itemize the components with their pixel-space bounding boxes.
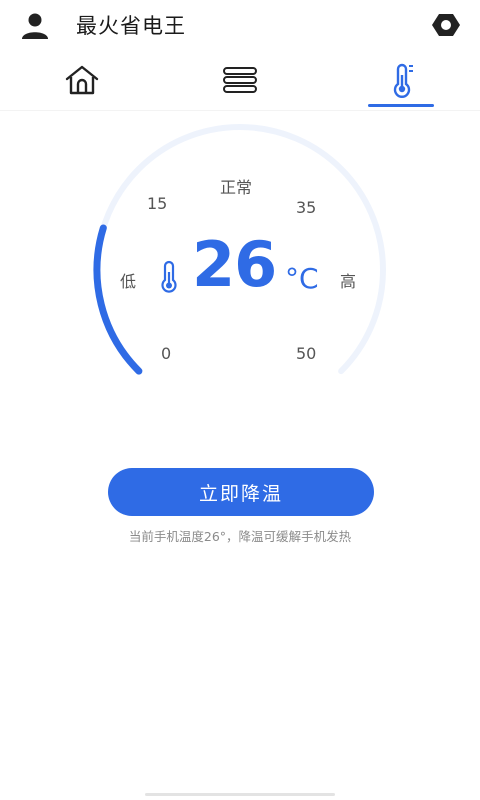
thermometer-icon	[393, 63, 413, 98]
person-icon[interactable]	[20, 12, 50, 40]
cool-down-button[interactable]: 立即降温	[108, 468, 374, 516]
gauge-tick-0: 0	[161, 344, 172, 363]
thermometer-icon	[161, 260, 177, 293]
tab-list[interactable]	[200, 54, 280, 106]
list-icon	[223, 67, 257, 93]
gauge-tick-15: 15	[147, 194, 168, 213]
gauge-tick-35: 35	[296, 198, 317, 217]
home-indicator	[145, 793, 335, 796]
tab-divider	[0, 110, 480, 111]
app-header: 最火省电王	[0, 0, 480, 52]
settings-icon[interactable]	[431, 12, 461, 38]
temperature-hint: 当前手机温度26°，降温可缓解手机发热	[128, 529, 352, 544]
current-temperature-value: 26	[192, 228, 277, 301]
gauge-progress	[93, 224, 143, 375]
app-title: 最火省电王	[76, 14, 186, 38]
home-icon	[65, 65, 99, 95]
temperature-unit: °C	[285, 262, 319, 295]
tab-temperature[interactable]	[362, 54, 442, 106]
gauge-high-label: 高	[340, 272, 357, 291]
gauge-status-label: 正常	[220, 178, 253, 197]
active-tab-indicator	[368, 104, 434, 107]
gauge-tick-50: 50	[296, 344, 317, 363]
tab-bar	[0, 54, 480, 111]
gauge-low-label: 低	[120, 272, 137, 291]
tab-home[interactable]	[42, 54, 122, 106]
